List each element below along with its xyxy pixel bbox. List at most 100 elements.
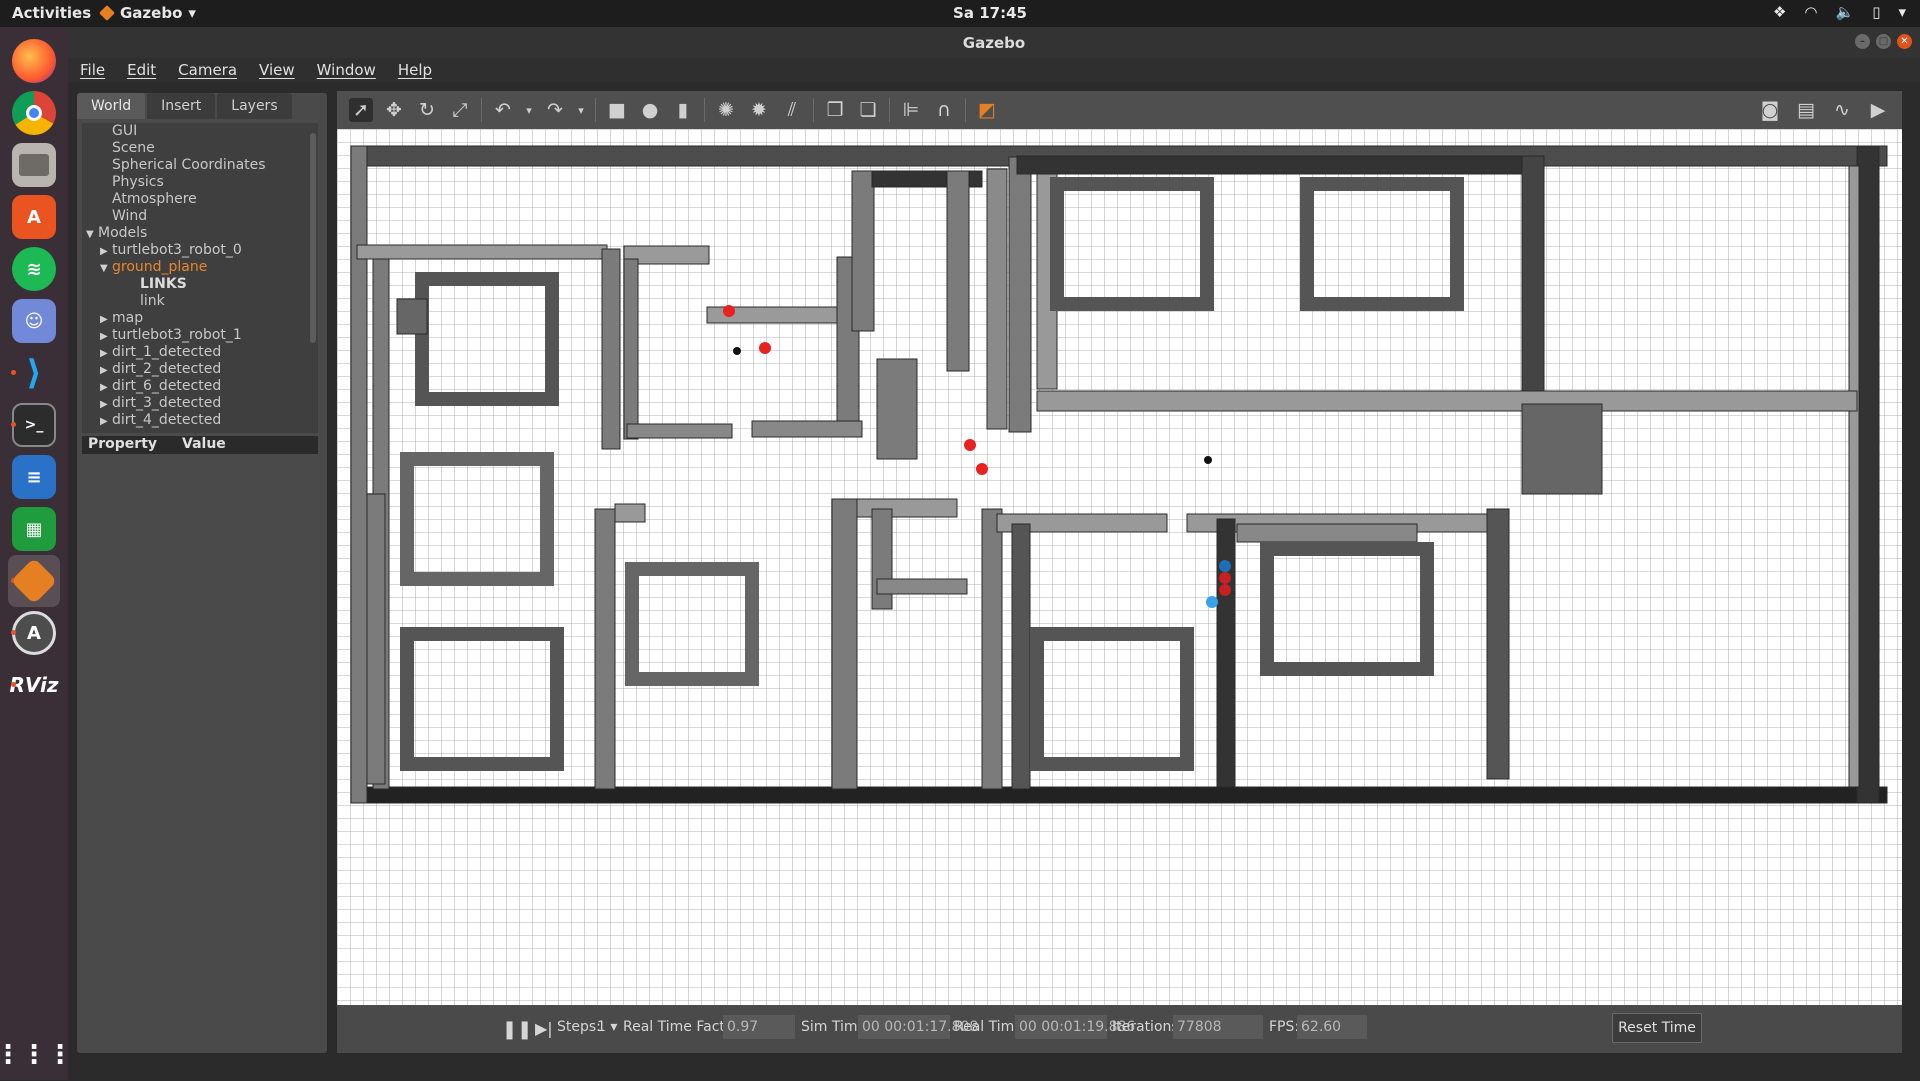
- paste-icon[interactable]: ❏: [856, 98, 880, 122]
- tree-item[interactable]: Scene: [82, 140, 318, 157]
- tab-insert[interactable]: Insert: [147, 93, 216, 119]
- tree-item[interactable]: ▶ turtlebot3_robot_0: [82, 242, 318, 259]
- scene-render[interactable]: [337, 129, 1902, 1005]
- plot-icon[interactable]: ∿: [1830, 98, 1854, 122]
- tree-item[interactable]: ▶ map: [82, 310, 318, 327]
- align-icon[interactable]: ⊫: [899, 98, 923, 122]
- cylinder-icon[interactable]: ▮: [671, 98, 695, 122]
- 3d-viewport[interactable]: [337, 129, 1902, 1005]
- dirt-marker[interactable]: [723, 305, 735, 317]
- maximize-button[interactable]: □: [1876, 34, 1891, 49]
- dock-app-grid[interactable]: ⋮⋮⋮: [0, 1029, 73, 1081]
- redo-icon[interactable]: ↷: [543, 98, 567, 122]
- tree-item[interactable]: ▶ dirt_2_detected: [82, 361, 318, 378]
- undo-icon[interactable]: ↶: [491, 98, 515, 122]
- point-light-icon[interactable]: ✺: [714, 98, 738, 122]
- clock[interactable]: Sa 17:45: [940, 4, 1040, 22]
- directional-light-icon[interactable]: ⫽: [780, 98, 804, 122]
- tree-item[interactable]: ▶ dirt_3_detected: [82, 395, 318, 412]
- robot-marker[interactable]: [1206, 596, 1218, 608]
- dock-writer[interactable]: ≡: [8, 451, 60, 503]
- dock-calc[interactable]: ▦: [8, 503, 60, 555]
- activities-button[interactable]: Activities: [12, 4, 91, 22]
- chevron-right-icon[interactable]: ▶: [100, 362, 112, 379]
- tree-item[interactable]: ▼ ground_plane: [82, 259, 318, 276]
- minimize-button[interactable]: –: [1855, 34, 1870, 49]
- chevron-right-icon[interactable]: ▶: [100, 345, 112, 362]
- tree-item[interactable]: Physics: [82, 174, 318, 191]
- tree-item[interactable]: ▶ dirt_6_detected: [82, 378, 318, 395]
- sphere-icon[interactable]: ●: [638, 98, 662, 122]
- box-icon[interactable]: ■: [605, 98, 629, 122]
- dock-spotify[interactable]: ≋: [8, 243, 60, 295]
- dirt-marker[interactable]: [759, 342, 771, 354]
- tree-item[interactable]: Atmosphere: [82, 191, 318, 208]
- redo-dropdown-icon[interactable]: ▾: [576, 98, 586, 122]
- tab-world[interactable]: World: [77, 93, 146, 119]
- chevron-right-icon[interactable]: ▶: [100, 379, 112, 396]
- robot-marker[interactable]: [1219, 584, 1231, 596]
- menu-edit[interactable]: Edit: [127, 61, 156, 79]
- dock-terminal[interactable]: >_: [8, 399, 60, 451]
- dock-discord[interactable]: ☺: [8, 295, 60, 347]
- volume-icon[interactable]: 🔈: [1836, 3, 1855, 21]
- dirt-marker[interactable]: [1204, 456, 1212, 464]
- chevron-right-icon[interactable]: ▶: [100, 396, 112, 413]
- dock-chrome[interactable]: [8, 87, 60, 139]
- view-angle-icon[interactable]: ◩: [975, 98, 999, 122]
- dock-files[interactable]: [8, 139, 60, 191]
- dirt-marker[interactable]: [976, 463, 988, 475]
- dock-firefox[interactable]: [8, 35, 60, 87]
- tree-item[interactable]: ▼ Models: [82, 225, 318, 242]
- log-icon[interactable]: ▤: [1794, 98, 1818, 122]
- battery-icon[interactable]: ▯: [1872, 3, 1880, 21]
- tree-item[interactable]: GUI: [82, 123, 318, 140]
- menu-help[interactable]: Help: [398, 61, 432, 79]
- tree-item[interactable]: ▶ dirt_4_detected: [82, 412, 318, 429]
- chevron-down-icon[interactable]: ▾: [1898, 3, 1906, 21]
- window-titlebar[interactable]: Gazebo – □ ✕: [68, 27, 1920, 58]
- dock-gazebo[interactable]: [8, 555, 60, 607]
- wifi-icon[interactable]: ◠: [1804, 3, 1817, 21]
- chevron-right-icon[interactable]: ▶: [100, 243, 112, 260]
- close-button[interactable]: ✕: [1897, 34, 1912, 49]
- dirt-marker[interactable]: [964, 439, 976, 451]
- menu-window[interactable]: Window: [317, 61, 376, 79]
- chevron-right-icon[interactable]: ▶: [100, 413, 112, 430]
- robot-marker[interactable]: [1219, 572, 1231, 584]
- chevron-right-icon[interactable]: ▶: [100, 328, 112, 345]
- step-icon[interactable]: ▶|: [535, 1019, 553, 1038]
- dock-updater[interactable]: A: [8, 607, 60, 659]
- snap-icon[interactable]: ∩: [932, 98, 956, 122]
- tree-item[interactable]: Wind: [82, 208, 318, 225]
- system-tray[interactable]: ❖ ◠ 🔈 ▯ ▾: [1773, 3, 1906, 21]
- tree-item[interactable]: Spherical Coordinates: [82, 157, 318, 174]
- tree-item[interactable]: link: [82, 293, 318, 310]
- robot-marker[interactable]: [1219, 560, 1231, 572]
- tree-scrollbar[interactable]: [310, 133, 316, 343]
- chevron-down-icon[interactable]: ▼: [100, 260, 112, 277]
- tree-item[interactable]: ▶ turtlebot3_robot_1: [82, 327, 318, 344]
- chevron-right-icon[interactable]: ▶: [100, 311, 112, 328]
- translate-icon[interactable]: ✥: [382, 98, 406, 122]
- dock-vscode[interactable]: ⟩: [8, 347, 60, 399]
- copy-icon[interactable]: ❐: [823, 98, 847, 122]
- dock-software[interactable]: A: [8, 191, 60, 243]
- tab-layers[interactable]: Layers: [217, 93, 292, 119]
- spot-light-icon[interactable]: ✹: [747, 98, 771, 122]
- menu-camera[interactable]: Camera: [178, 61, 237, 79]
- dock-rviz[interactable]: RViz: [8, 659, 60, 711]
- chevron-down-icon[interactable]: ▼: [86, 226, 98, 243]
- dropbox-icon[interactable]: ❖: [1773, 3, 1786, 21]
- rotate-icon[interactable]: ↻: [415, 98, 439, 122]
- tree-item[interactable]: LINKS: [82, 276, 318, 293]
- screenshot-icon[interactable]: ◙: [1758, 98, 1782, 122]
- select-icon[interactable]: ➚: [349, 98, 373, 122]
- pause-icon[interactable]: ❚❚: [502, 1019, 532, 1040]
- scale-icon[interactable]: ⤢: [448, 98, 472, 122]
- undo-dropdown-icon[interactable]: ▾: [524, 98, 534, 122]
- menu-file[interactable]: File: [80, 61, 105, 79]
- steps-value[interactable]: 1 ▾: [597, 1019, 617, 1035]
- record-icon[interactable]: ▶: [1866, 98, 1890, 122]
- dirt-marker[interactable]: [733, 347, 741, 355]
